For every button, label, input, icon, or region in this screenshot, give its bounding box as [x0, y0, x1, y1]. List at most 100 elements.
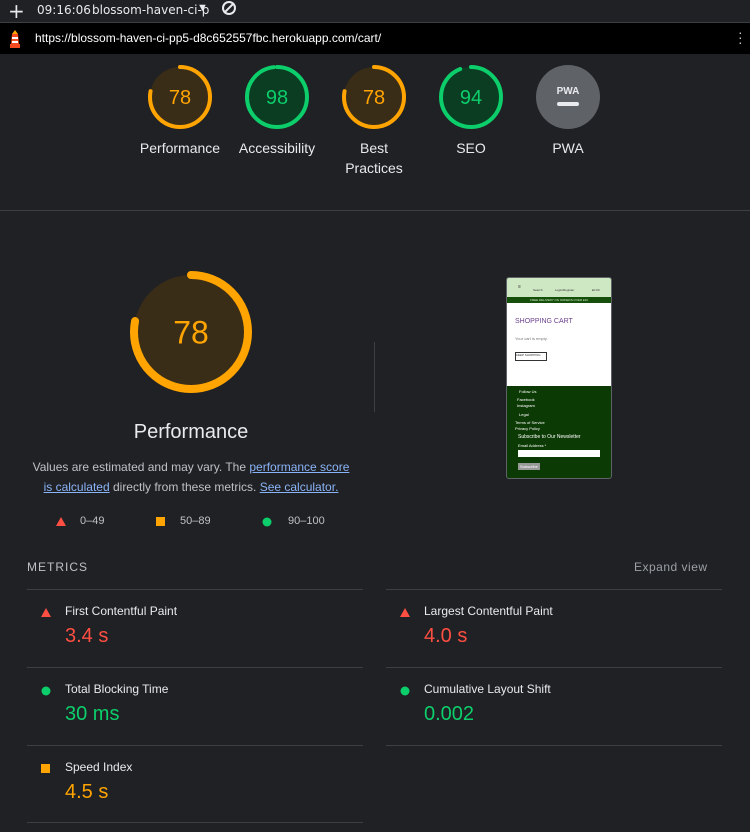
metric-value: 30 ms — [65, 703, 120, 725]
metric-lcp[interactable]: Largest Contentful Paint 4.0 s — [386, 590, 716, 667]
square-icon — [156, 517, 165, 526]
new-tab-icon[interactable]: + — [8, 0, 25, 23]
circle-icon — [400, 686, 410, 696]
pwa-circle — [536, 65, 600, 129]
block-icon[interactable] — [222, 1, 236, 15]
gauge-label-line: Performance — [139, 140, 221, 156]
pwa-badge: PWA — [557, 86, 580, 97]
metric-name: First Contentful Paint — [65, 604, 178, 618]
metric-speed-index[interactable]: Speed Index 4.5 s — [27, 746, 357, 823]
metric-value: 4.5 s — [65, 781, 109, 803]
gauge-seo[interactable]: 94 SEO — [421, 64, 521, 158]
thumb-footer: Follow Us Facebook Instagram Legal Terms… — [507, 386, 611, 478]
square-shape — [41, 764, 50, 773]
circle-shape — [41, 686, 51, 696]
metric-value: 4.0 s — [424, 625, 468, 647]
metric-value: 3.4 s — [65, 625, 109, 647]
more-menu-icon[interactable]: · · · — [738, 25, 744, 49]
triangle-icon — [41, 608, 51, 617]
thumb-privacy: Privacy Policy — [515, 426, 540, 431]
gauge-label-line: Accessibility — [238, 140, 316, 156]
caret-down-icon[interactable]: ▼ — [197, 2, 208, 14]
gauge-label-line: Practices — [345, 160, 403, 176]
address-bar[interactable]: https://blossom-haven-ci-pp5-d8c652557fb… — [0, 23, 750, 54]
metric-name: Speed Index — [65, 760, 133, 774]
title-bar: + 09:16:06 blossom-haven-ci-p ▼ — [0, 0, 750, 23]
legend-range-average: 50–89 — [180, 515, 211, 527]
lighthouse-icon — [10, 30, 20, 48]
gauge-pwa[interactable]: PWA PWA — [518, 64, 618, 158]
triangle-shape — [41, 608, 51, 617]
thumb-terms: Terms of Service — [515, 420, 545, 425]
gauge-label: PWA — [518, 138, 618, 158]
dash-icon — [557, 102, 579, 106]
thumb-email-label: Email Address * — [518, 443, 547, 448]
note-prefix: Values are estimated and may vary. The — [32, 460, 250, 474]
metrics-header: METRICS — [27, 560, 88, 574]
gauge-best-practices[interactable]: 78 Best Practices — [324, 64, 424, 178]
thumb-subscribe: Subscribe — [518, 463, 540, 470]
metric-tbt[interactable]: Total Blocking Time 30 ms — [27, 668, 357, 745]
thumb-nav: ≡ Search Login/Register £0.00 — [507, 278, 611, 297]
gauge-label-line: Best — [359, 140, 388, 156]
gauge-ring: 78 — [342, 65, 406, 129]
gauge-accessibility[interactable]: 98 Accessibility — [227, 64, 327, 158]
metric-name: Cumulative Layout Shift — [424, 682, 551, 696]
metric-name: Total Blocking Time — [65, 682, 169, 696]
thumb-follow: Follow Us — [519, 389, 537, 394]
gauge-ring: 94 — [439, 65, 503, 129]
thumb-login: Login/Register — [555, 288, 575, 292]
gauge-score: 98 — [266, 87, 288, 109]
gauge-label-line: SEO — [456, 140, 486, 156]
performance-title: Performance — [133, 421, 249, 443]
estimate-note: Values are estimated and may vary. The p… — [27, 457, 355, 497]
thumb-newsletter: Subscribe to Our Newsletter — [518, 434, 581, 440]
metric-name: Largest Contentful Paint — [424, 604, 553, 618]
circle-shape — [400, 686, 410, 696]
legend-fail: 0–49 — [56, 515, 104, 527]
thumb-facebook: Facebook — [517, 397, 535, 402]
divider — [386, 745, 722, 746]
thumb-search: Search — [533, 288, 543, 292]
thumb-empty: Your cart is empty. — [515, 336, 548, 341]
triangle-shape — [400, 608, 410, 617]
metric-fcp[interactable]: First Contentful Paint 3.4 s — [27, 590, 357, 667]
triangle-icon — [400, 608, 410, 617]
gauge-label: Performance — [130, 138, 230, 158]
thumb-total: £0.00 — [592, 288, 600, 292]
gauge-ring: 98 — [245, 65, 309, 129]
legend-average: 50–89 — [156, 515, 211, 527]
gauge-score: 94 — [460, 87, 482, 109]
see-calculator-link[interactable]: See calculator. — [260, 480, 339, 494]
circle-icon — [262, 517, 272, 527]
gauge-label: Best Practices — [324, 138, 424, 178]
tab-title[interactable]: blossom-haven-ci-p — [92, 3, 209, 17]
gauge-score: 78 — [173, 315, 209, 351]
thumb-content: SHOPPING CART Your cart is empty. KEEP S… — [507, 303, 611, 386]
big-gauge-ring: 78 — [130, 271, 252, 393]
note-mid: directly from these metrics. — [109, 480, 260, 494]
gauge-score: 78 — [363, 87, 385, 109]
thumb-legal: Legal — [519, 412, 529, 417]
gauge-score: 78 — [169, 87, 191, 109]
metric-cls[interactable]: Cumulative Layout Shift 0.002 — [386, 668, 716, 745]
gauge-label: SEO — [421, 138, 521, 158]
gauge-performance[interactable]: 78 Performance — [130, 64, 230, 158]
gauge-ring: PWA — [536, 65, 600, 129]
page-screenshot-thumbnail[interactable]: ≡ Search Login/Register £0.00 FREE DELIV… — [506, 277, 612, 479]
performance-big-gauge: 78 — [30, 270, 352, 399]
vertical-divider — [374, 342, 375, 412]
gauge-label: Accessibility — [227, 138, 327, 158]
expand-view-button[interactable]: Expand view — [634, 560, 708, 574]
menu-icon: ≡ — [518, 284, 521, 290]
legend-range-pass: 90–100 — [288, 515, 325, 527]
square-icon — [41, 764, 50, 773]
triangle-icon — [56, 517, 66, 526]
url-text[interactable]: https://blossom-haven-ci-pp5-d8c652557fb… — [35, 31, 381, 45]
thumb-email-input — [518, 450, 600, 457]
gauge-label-line: PWA — [552, 140, 584, 156]
gauge-ring: 78 — [148, 65, 212, 129]
legend-pass: 90–100 — [262, 515, 325, 527]
thumb-instagram: Instagram — [517, 403, 535, 408]
thumb-keep-shopping: KEEP SHOPPING — [515, 352, 547, 361]
